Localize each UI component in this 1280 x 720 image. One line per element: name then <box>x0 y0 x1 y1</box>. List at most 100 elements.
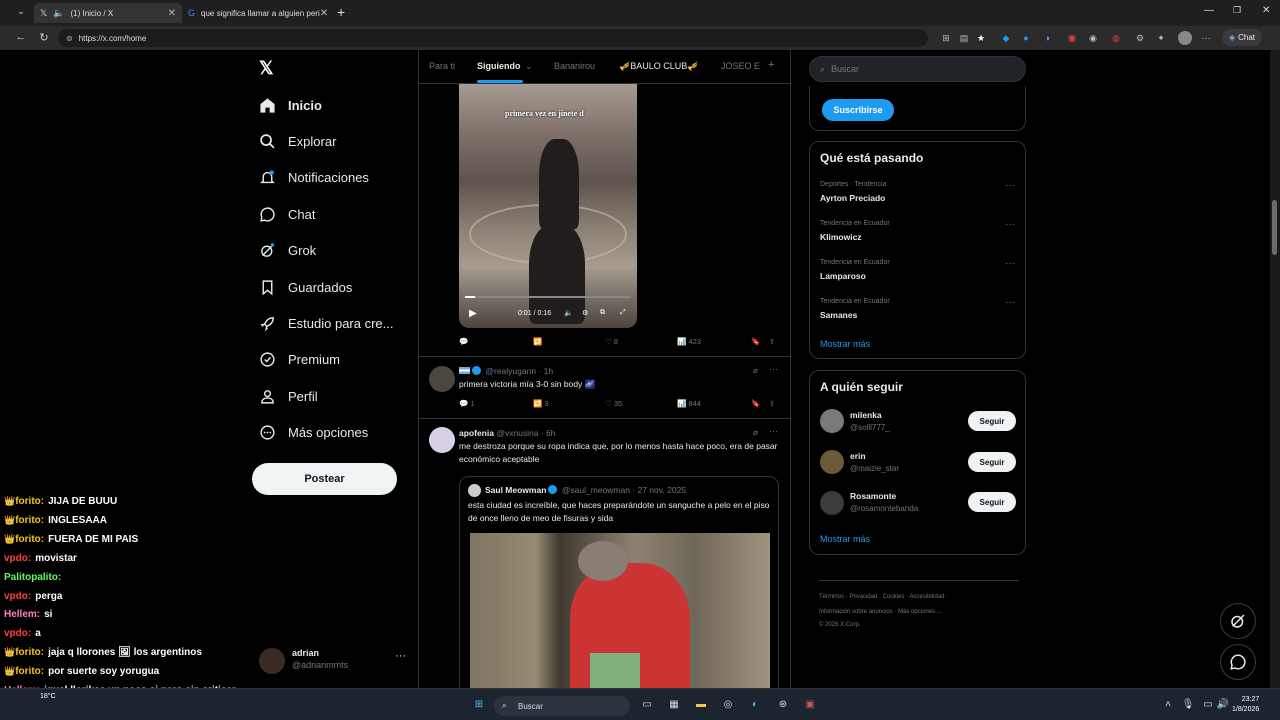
footer-link-cookies[interactable]: Cookies <box>883 594 905 600</box>
minimize-icon[interactable]: — <box>1204 5 1214 16</box>
footer-link-accesibilidad[interactable]: Accesibilidad <box>909 594 944 600</box>
nav-item-explorar[interactable]: Explorar <box>259 129 336 153</box>
taskbar-search[interactable]: ⌕ Buscar <box>494 696 630 716</box>
tweet-handle[interactable]: @realyugann <box>485 366 536 376</box>
obs-icon[interactable]: ◎ <box>721 698 735 712</box>
quoted-tweet[interactable]: Saul Meowman @saul_meowman · 27 nov. 202… <box>459 476 779 688</box>
close-tab-icon[interactable]: ✕ <box>320 8 328 19</box>
wtf-name[interactable]: Rosamonte <box>850 491 896 501</box>
more-dots-icon[interactable]: ··· <box>1005 297 1015 308</box>
star-icon[interactable]: ★ <box>975 32 987 44</box>
extension-icon[interactable]: ◆ <box>1000 32 1012 44</box>
scrollbar-thumb[interactable] <box>1272 200 1277 255</box>
more-dots-icon[interactable]: ··· <box>769 364 778 374</box>
edge-icon[interactable]: ◐ <box>748 698 762 712</box>
chevron-up-icon[interactable]: ˄ <box>1161 698 1175 712</box>
tweet-handle[interactable]: @vxnusina <box>496 428 538 438</box>
trend-name[interactable]: Samanes <box>820 310 857 320</box>
browser-tab-x[interactable]: 𝕏 🔈 (1) Inicio / X ✕ <box>34 3 182 23</box>
tab-siguiendo[interactable]: Siguiendo <box>477 61 521 71</box>
pip-icon[interactable]: ⧉ <box>600 309 605 317</box>
reload-icon[interactable]: ↻ <box>33 31 55 44</box>
close-tab-icon[interactable]: ✕ <box>168 8 176 19</box>
new-tab-button[interactable]: + <box>337 4 345 20</box>
tweet-author[interactable]: apofenia <box>459 428 494 438</box>
extension-icon[interactable]: ◗ <box>1042 32 1054 44</box>
extension-icon[interactable]: ◍ <box>1110 32 1122 44</box>
speaker-icon[interactable]: 🔈 <box>53 8 64 19</box>
video-progress-track[interactable] <box>465 296 631 298</box>
show-more-link[interactable]: Mostrar más <box>820 534 870 544</box>
windows-start-icon[interactable]: ⊞ <box>472 698 486 712</box>
menu-dots-icon[interactable]: ⋯ <box>1200 32 1212 44</box>
volume-icon[interactable]: 🔈 <box>564 309 573 317</box>
footer-link-privacidad[interactable]: Privacidad <box>849 594 877 600</box>
views-icon[interactable]: 📊 423 <box>677 337 701 346</box>
like-icon[interactable]: ♡ 35 <box>605 399 622 408</box>
trend-name[interactable]: Lamparoso <box>820 271 866 281</box>
nav-item-premium[interactable]: Premium <box>259 347 340 371</box>
grok-icon[interactable]: ⌀ <box>753 366 758 375</box>
steam-icon[interactable]: ⊛ <box>776 698 790 712</box>
back-icon[interactable]: ← <box>10 31 32 43</box>
follow-button[interactable]: Seguir <box>968 492 1016 512</box>
views-icon[interactable]: 📊 844 <box>677 399 701 408</box>
post-button[interactable]: Postear <box>252 463 397 495</box>
bookmark-icon[interactable]: 🔖 <box>751 337 760 346</box>
system-clock[interactable]: 23:27 1/8/2026 <box>1232 695 1259 715</box>
weather-widget[interactable]: 18°C <box>40 693 56 700</box>
close-window-icon[interactable]: ✕ <box>1262 5 1270 16</box>
follow-button[interactable]: Seguir <box>968 411 1016 431</box>
chevron-down-icon[interactable]: ⌄ <box>525 61 533 72</box>
tab-baulo-club[interactable]: 🎺BAULO CLUB🎺 <box>619 61 698 72</box>
subscribe-button[interactable]: Suscribirse <box>822 99 894 121</box>
account-switcher[interactable]: adrian @adrianmmts ··· <box>259 646 409 674</box>
extension-icon[interactable]: ● <box>1020 32 1032 44</box>
folder-icon[interactable]: ▬ <box>694 698 708 712</box>
share-icon[interactable]: ⇪ <box>769 337 775 346</box>
mic-icon[interactable]: 🎙 <box>1181 698 1195 712</box>
avatar[interactable] <box>820 409 844 433</box>
nav-item-perfil[interactable]: Perfil <box>259 384 318 408</box>
task-view-icon[interactable]: ▭ <box>640 698 654 712</box>
quote-image[interactable] <box>470 533 770 688</box>
store-icon[interactable]: ▦ <box>667 698 681 712</box>
nav-item-estudio[interactable]: Estudio para cre... <box>259 311 394 335</box>
retweet-icon[interactable]: 🔁 <box>533 337 542 346</box>
play-icon[interactable]: ▶ <box>469 308 477 319</box>
retweet-icon[interactable]: 🔁 3 <box>533 399 549 408</box>
more-dots-icon[interactable]: ··· <box>395 650 406 662</box>
x-logo-icon[interactable]: 𝕏 <box>259 58 274 79</box>
trend-name[interactable]: Ayrton Preciado <box>820 193 885 203</box>
footer-link-terminos[interactable]: Términos <box>819 594 844 600</box>
video-player[interactable]: primera vez en jinete d ▶ 0:01 / 0:16 🔈 … <box>459 84 637 328</box>
settings-icon[interactable]: ⚙ <box>1134 32 1146 44</box>
nav-item-grok[interactable]: Grok <box>259 238 316 262</box>
more-dots-icon[interactable]: ··· <box>1005 180 1015 191</box>
nav-item-chat[interactable]: Chat <box>259 202 315 226</box>
more-dots-icon[interactable]: ··· <box>769 426 778 436</box>
chat-fab[interactable] <box>1220 644 1256 680</box>
tab-list-button[interactable]: ⌄ <box>14 6 28 20</box>
app-icon[interactable]: ▣ <box>803 698 817 712</box>
wtf-name[interactable]: erin <box>850 451 866 461</box>
extension-icon[interactable]: ⊞ <box>940 32 952 44</box>
footer-link-mas-opciones[interactable]: Más opciones ... <box>898 609 942 615</box>
share-icon[interactable]: ⇪ <box>769 399 775 408</box>
add-tab-icon[interactable]: + <box>768 59 774 71</box>
trend-name[interactable]: Klimowicz <box>820 232 862 242</box>
search-input[interactable]: ⌕ Buscar <box>809 56 1026 82</box>
wtf-name[interactable]: milenka <box>850 410 882 420</box>
tab-bananirou[interactable]: Bananirou <box>554 61 595 71</box>
bookmark-icon[interactable]: 🔖 <box>751 399 760 408</box>
fullscreen-icon[interactable]: ⤢ <box>620 309 626 317</box>
footer-link-anuncios[interactable]: Información sobre anuncios <box>819 609 893 615</box>
nav-item-notificaciones[interactable]: Notificaciones <box>259 165 369 189</box>
avatar[interactable] <box>820 491 844 515</box>
grok-fab[interactable] <box>1220 603 1256 639</box>
tab-para-ti[interactable]: Para ti <box>429 61 455 71</box>
maximize-icon[interactable]: ❐ <box>1233 5 1241 16</box>
reply-icon[interactable]: 💬 1 <box>459 399 475 408</box>
volume-icon[interactable]: 🔊 <box>1216 698 1230 712</box>
url-field[interactable]: ⊚ https://x.com/home <box>58 29 928 47</box>
